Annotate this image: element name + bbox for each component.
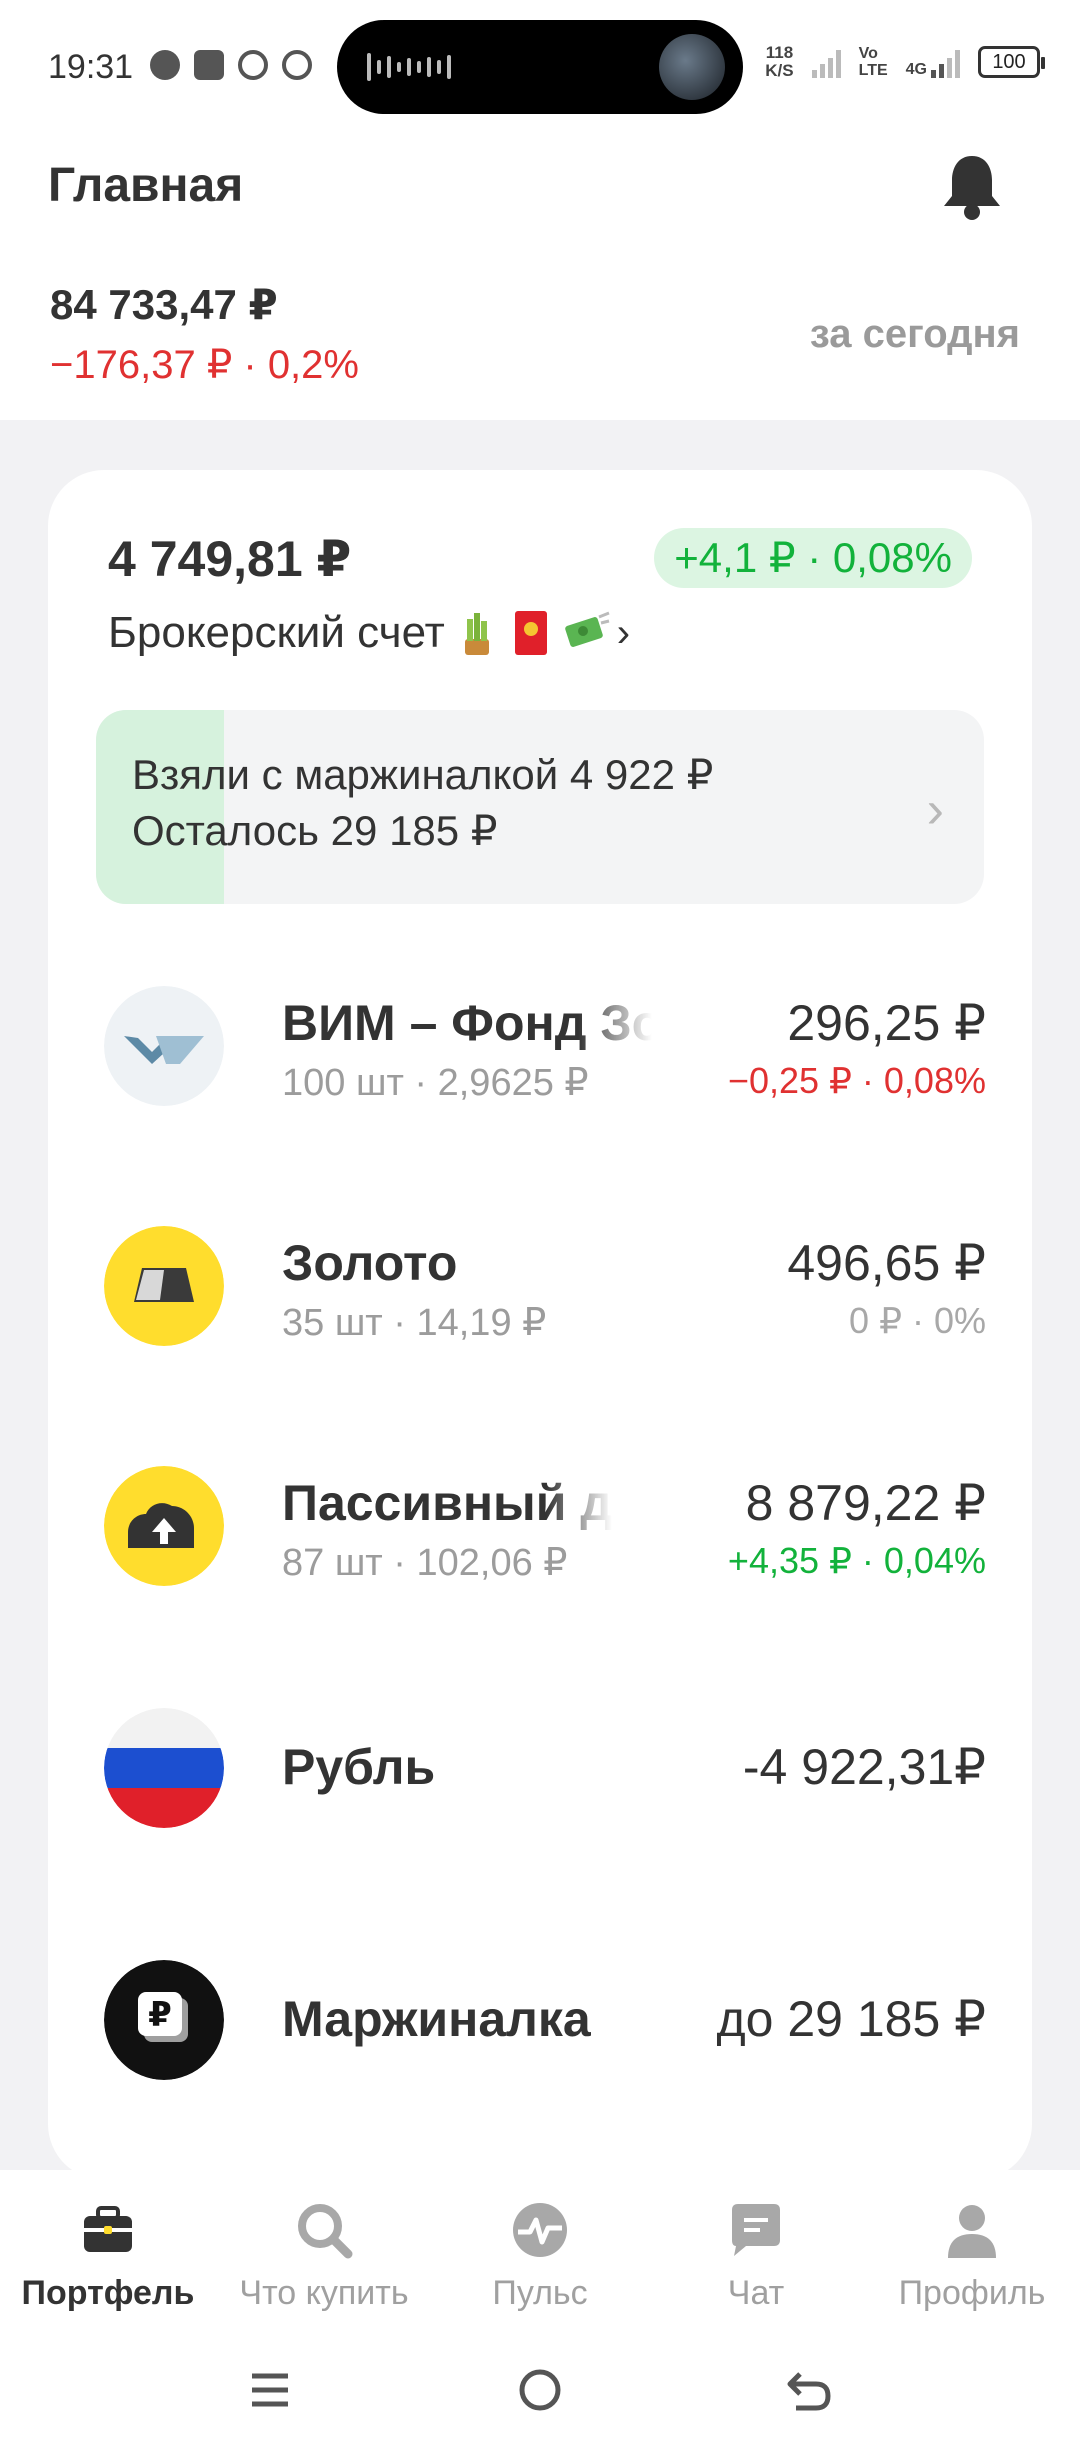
volte-indicator: Vo LTE [859, 45, 888, 79]
volte-top: Vo [858, 45, 878, 62]
asset-row-margin[interactable]: ₽ Маржиналка до 29 185 ₽ [48, 1960, 1032, 2090]
asset-row-vim[interactable]: ВИМ – Фонд Золото 100 шт · 2,9625 ₽ 296,… [48, 986, 1032, 1116]
back-icon[interactable] [780, 2360, 840, 2420]
tab-label: Что купить [239, 2274, 409, 2312]
network-speed: 118 K/S [765, 44, 793, 80]
bamboo-decoration-icon [455, 609, 499, 657]
network-speed-value: 118 [765, 43, 794, 62]
asset-value: 8 879,22 ₽ [745, 1475, 986, 1531]
network-speed-unit: K/S [765, 61, 794, 80]
check-circle-icon [238, 50, 268, 80]
page-title: Главная [48, 159, 244, 212]
profile-icon [942, 2200, 1002, 2260]
chat-icon [726, 2200, 786, 2260]
status-bar: 19:31 118 K/S Vo LTE 4G 100 [0, 0, 1080, 130]
shield-icon [194, 50, 224, 80]
asset-value: -4 922,31₽ [742, 1739, 986, 1795]
audio-wave-icon [367, 50, 451, 84]
gold-bar-icon [104, 1226, 224, 1346]
asset-row-ruble[interactable]: Рубль -4 922,31₽ [48, 1708, 1032, 1838]
asset-value: 296,25 ₽ [787, 995, 986, 1051]
signal-1-icon [811, 46, 841, 78]
tab-label: Чат [727, 2274, 785, 2312]
volte-bottom: LTE [858, 62, 888, 79]
account-change-badge: +4,1 ₽ · 0,08% [654, 528, 972, 588]
margin-banner[interactable]: Взяли с маржиналкой 4 922 ₽ Осталось 29 … [96, 710, 984, 904]
asset-row-gold[interactable]: Золото 35 шт · 14,19 ₽ 496,65 ₽ 0 ₽ · 0% [48, 1226, 1032, 1356]
russia-flag-icon [104, 1708, 224, 1828]
total-portfolio-change: −176,37 ₽ · 0,2% [50, 343, 359, 387]
media-artwork [659, 34, 725, 100]
dynamic-island[interactable] [337, 20, 743, 114]
asset-value: до 29 185 ₽ [716, 1991, 986, 2047]
status-time: 19:31 [48, 48, 134, 86]
system-navigation-bar [0, 2330, 1080, 2460]
period-selector[interactable]: за сегодня [810, 312, 1020, 357]
briefcase-icon [78, 2200, 138, 2260]
account-value: 4 749,81 ₽ [108, 531, 352, 587]
svg-text:₽: ₽ [148, 1995, 172, 2035]
margin-taken-text: Взяли с маржиналкой 4 922 ₽ [132, 751, 714, 798]
pulse-icon [510, 2200, 570, 2260]
tab-profile[interactable]: Профиль [864, 2200, 1080, 2313]
asset-quantity: 35 шт · 14,19 ₽ [282, 1302, 547, 1344]
vim-fund-icon [104, 986, 224, 1106]
account-chevron: › [616, 610, 631, 655]
home-icon[interactable] [510, 2360, 570, 2420]
search-icon [294, 2200, 354, 2260]
asset-quantity: 100 шт · 2,9625 ₽ [282, 1062, 589, 1104]
asset-row-passive-income[interactable]: Пассивный доход 87 шт · 102,06 ₽ 8 879,2… [48, 1466, 1032, 1596]
account-name: Брокерский счет [108, 608, 445, 657]
tab-label: Пульс [492, 2274, 588, 2312]
asset-name: Маржиналка [282, 1991, 591, 2047]
tab-what-to-buy[interactable]: Что купить [216, 2200, 432, 2313]
tab-pulse[interactable]: Пульс [432, 2200, 648, 2313]
tab-portfolio[interactable]: Портфель [0, 2200, 216, 2313]
asset-name: ВИМ – Фонд Золото [282, 995, 652, 1051]
tab-label: Портфель [21, 2274, 195, 2312]
tab-chat[interactable]: Чат [648, 2200, 864, 2313]
asset-name: Золото [282, 1235, 458, 1291]
asset-change: 0 ₽ · 0% [849, 1300, 986, 1341]
menu-icon[interactable] [240, 2360, 300, 2420]
red-envelope-icon [509, 609, 553, 657]
margin-remaining-text: Осталось 29 185 ₽ [132, 807, 498, 854]
account-name-link[interactable]: Брокерский счет › [108, 608, 630, 658]
total-portfolio-value: 84 733,47 ₽ [50, 281, 278, 328]
bottom-navigation: Портфель Что купить Пульс Чат Профиль [0, 2170, 1080, 2330]
passive-income-icon [104, 1466, 224, 1586]
at-sign-icon [282, 50, 312, 80]
bell-icon[interactable] [940, 150, 1004, 222]
asset-change: −0,25 ₽ · 0,08% [727, 1060, 986, 1101]
portfolio-header: Главная 84 733,47 ₽ −176,37 ₽ · 0,2% за … [0, 130, 1080, 420]
asset-quantity: 87 шт · 102,06 ₽ [282, 1542, 568, 1584]
asset-name: Пассивный доход [282, 1475, 612, 1531]
flying-money-icon [563, 609, 610, 657]
margin-ruble-icon: ₽ [104, 1960, 224, 2080]
asset-change: +4,35 ₽ · 0,04% [727, 1540, 986, 1581]
notification-icons [150, 50, 312, 80]
chevron-right-icon: › [926, 781, 944, 839]
signal-2-icon: 4G [906, 46, 960, 78]
message-icon [150, 50, 180, 80]
network-type: 4G [905, 61, 927, 78]
asset-name: Рубль [282, 1739, 436, 1795]
asset-value: 496,65 ₽ [787, 1235, 986, 1291]
battery-icon: 100 [978, 46, 1045, 78]
status-right: 118 K/S Vo LTE 4G 100 [765, 44, 1045, 80]
tab-label: Профиль [898, 2274, 1046, 2312]
broker-account-card: 4 749,81 ₽ +4,1 ₽ · 0,08% Брокерский сче… [48, 470, 1032, 2180]
